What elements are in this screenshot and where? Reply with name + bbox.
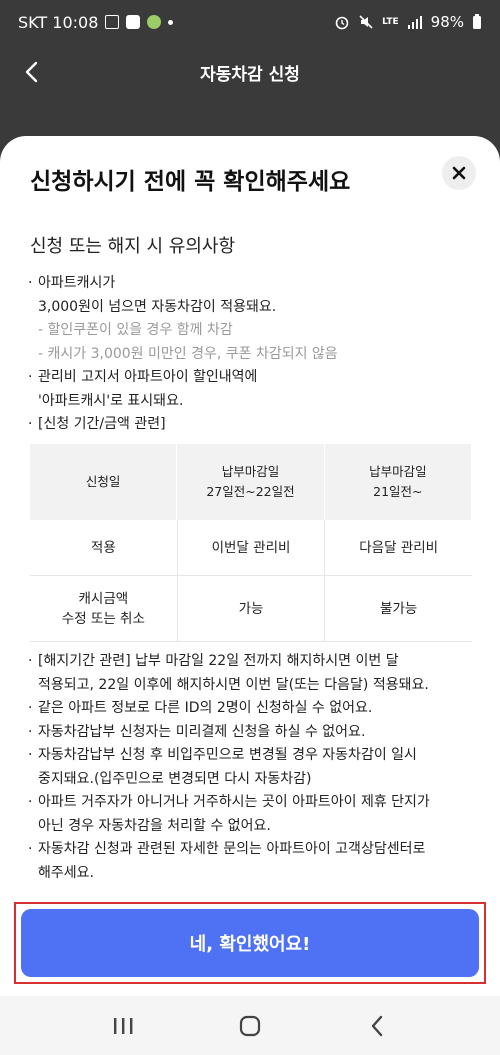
note-sub: - 할인쿠폰이 있을 경우 함께 차감 [38,322,233,338]
table-row: 캐시금액 수정 또는 취소 가능 불가능 [30,576,472,642]
mute-icon [359,15,373,29]
table-header-cell: 납부마감일 21일전~ [325,444,472,520]
table-header-row: 신청일 납부마감일 27일전~22일전 납부마감일 21일전~ [30,444,472,520]
table-header-cell: 납부마감일 27일전~22일전 [177,444,325,520]
note-item: · 같은 아파트 정보로 다른 ID의 2명이 신청하실 수 없어요. [28,700,373,716]
note-line: 아닌 경우 자동차감을 처리할 수 없어요. [38,817,271,834]
confirm-bottom-sheet: 신청하시기 전에 꼭 확인해주세요 신청 또는 해지 시 유의사항 · 아파트캐시… [0,136,500,996]
back-button[interactable] [18,58,46,86]
table-row: 적용 이번달 관리비 다음달 관리비 [30,520,472,576]
table-cell: 불가능 [380,600,418,617]
battery-percent: 98% [430,13,464,31]
note-item: · 자동차감납부 신청자는 미리결제 신청을 하실 수 없어요. [28,723,366,740]
note-item: · 아파트캐시가 [28,275,116,291]
sheet-title: 신청하시기 전에 꼭 확인해주세요 [30,169,351,195]
app-notification-icon [126,15,141,29]
table-header-cell: 신청일 [30,444,178,520]
table-cell: 다음달 관리비 [359,539,439,556]
signal-icon [407,16,422,29]
status-left: SKT 10:08 [18,12,174,32]
close-button[interactable] [442,156,476,190]
more-notifications-dot-icon [168,19,174,25]
alarm-icon [335,16,349,30]
gallery-notification-icon [105,15,120,29]
table-cell: 캐시금액 수정 또는 취소 [30,576,178,641]
note-item: · [해지기간 관련] 납부 마감일 22일 전까지 해지하시면 이번 달 [28,653,399,669]
recent-apps-icon [114,1017,133,1034]
lte-label: LTE [382,16,399,27]
note-item: · 자동차감 신청과 관련된 자세한 문의는 아파트아이 고객상담센터로 [28,841,426,857]
table-cell: 가능 [178,576,326,641]
note-item: · 관리비 고지서 아파트아이 할인내역에 [28,369,258,385]
table-cell: 적용 [30,520,178,575]
back-arrow-icon [25,61,38,83]
note-item: · [신청 기간/금액 관련] [28,416,166,432]
note-line: '아파트캐시'로 표시돼요. [38,392,184,409]
note-item: · 자동차감납부 신청 후 비입주민으로 변경될 경우 자동차감이 일시 [28,747,417,763]
note-line: 적용되고, 22일 이후에 해지하시면 이번 달(또는 다음달) 적용돼요. [38,676,429,693]
period-table: 신청일 납부마감일 27일전~22일전 납부마감일 21일전~ 적용 이번달 관리비… [30,444,472,642]
note-sub: - 캐시가 3,000원 미만인 경우, 쿠폰 차감되지 않음 [38,345,338,362]
status-right: LTE 98% [334,13,482,31]
note-item: · 아파트 거주자가 아니거나 거주하시는 곳이 아파트아이 제휴 단지가 [28,794,430,810]
table-cell: 이번달 관리비 [178,520,326,575]
confirm-button[interactable]: 네, 확인했어요! [21,909,479,977]
home-icon [239,1015,261,1036]
notes-list-2: · [해지기간 관련] 납부 마감일 22일 전까지 해지하시면 이번 달 적용되… [28,650,480,885]
status-time: SKT 10:08 [18,12,99,32]
section-title: 신청 또는 해지 시 유의사항 [30,236,236,257]
note-line: 중지돼요.(입주민으로 변경되면 다시 자동차감) [38,770,312,787]
app-header: 자동차감 신청 [0,44,500,100]
app2-notification-icon [147,15,162,29]
status-bar: SKT 10:08 LTE 98% [0,0,500,44]
home-button[interactable] [230,1006,270,1046]
note-line: 해주세요. [38,864,94,881]
close-icon [452,166,466,180]
notes-list: · 아파트캐시가 3,000원이 넘으면 자동차감이 적용돼요. - 할인쿠폰이 … [28,272,478,437]
battery-icon [473,14,481,29]
note-line: 3,000원이 넘으면 자동차감이 적용돼요. [38,298,277,315]
back-icon [371,1015,382,1036]
recent-apps-button[interactable] [103,1006,143,1046]
system-back-button[interactable] [357,1006,397,1046]
system-nav-bar [0,996,500,1055]
header-title: 자동차감 신청 [200,64,300,85]
confirm-button-highlight: 네, 확인했어요! [14,902,486,984]
